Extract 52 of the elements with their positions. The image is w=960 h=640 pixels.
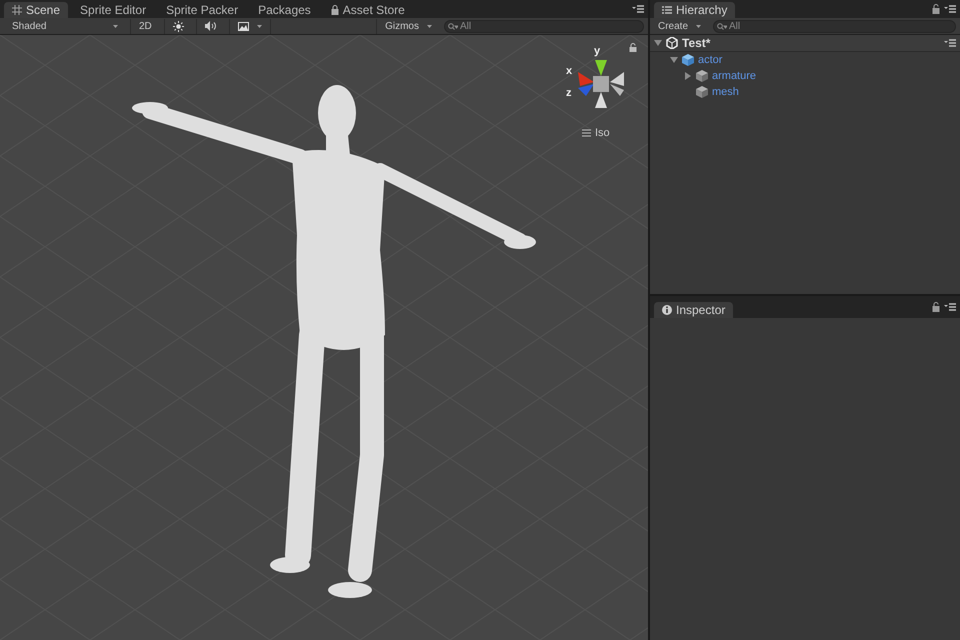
effects-button[interactable]: [228, 18, 271, 34]
expanded-arrow-icon[interactable]: [654, 39, 662, 47]
menu-icon: [582, 129, 591, 138]
hierarchy-item[interactable]: actor: [650, 52, 960, 68]
hierarchy-item[interactable]: mesh: [650, 84, 960, 100]
gizmos-dropdown[interactable]: Gizmos: [376, 18, 440, 34]
caret-icon: [427, 24, 432, 28]
projection-toggle[interactable]: Iso: [582, 125, 610, 142]
scene-viewport[interactable]: y x z Iso: [0, 35, 648, 640]
list-icon: [662, 6, 672, 14]
caret-icon: [113, 24, 118, 28]
sun-icon: [172, 20, 184, 32]
draw-mode-dropdown[interactable]: Shaded: [4, 18, 126, 34]
padlock-icon: [330, 5, 339, 15]
cube-icon: [682, 54, 694, 66]
expanded-arrow-icon[interactable]: [670, 56, 678, 64]
speaker-icon: [204, 21, 217, 31]
menu-icon[interactable]: [944, 39, 956, 47]
collapsed-arrow-icon[interactable]: [684, 72, 692, 80]
menu-icon[interactable]: [944, 303, 956, 311]
tab[interactable]: Inspector: [654, 302, 734, 318]
mode-2d-button[interactable]: 2D: [130, 18, 160, 34]
search-icon: [717, 22, 728, 30]
search-field[interactable]: All: [713, 20, 956, 32]
tab[interactable]: Packages: [250, 2, 319, 18]
scene-header[interactable]: Test*: [650, 35, 960, 52]
tab[interactable]: Sprite Packer: [158, 2, 246, 18]
tab[interactable]: Asset Store: [322, 2, 413, 18]
menu-icon[interactable]: [632, 5, 644, 13]
axis-label: x: [566, 64, 572, 79]
search-icon: [448, 22, 458, 30]
tab[interactable]: Scene: [4, 2, 68, 18]
lock-icon[interactable]: [932, 302, 940, 312]
lock-icon[interactable]: [932, 4, 940, 14]
grid-icon: [12, 5, 22, 15]
scene-name: Test*: [682, 35, 712, 52]
info-icon: [662, 305, 672, 315]
unity-logo-icon: [666, 37, 678, 49]
create-dropdown[interactable]: Create: [654, 18, 706, 34]
axis-label: y: [594, 44, 600, 59]
lock-icon[interactable]: [629, 43, 637, 52]
tab[interactable]: Sprite Editor: [72, 2, 154, 18]
axis-label: z: [566, 86, 572, 101]
landscape-icon: [238, 22, 249, 30]
menu-icon[interactable]: [944, 5, 956, 13]
search-field[interactable]: All: [444, 20, 644, 32]
caret-icon: [256, 24, 262, 28]
tab[interactable]: Hierarchy: [654, 2, 736, 18]
hierarchy-item[interactable]: armature: [650, 68, 960, 84]
cube-icon: [696, 86, 708, 98]
caret-icon: [696, 24, 702, 28]
cube-icon: [696, 70, 708, 82]
